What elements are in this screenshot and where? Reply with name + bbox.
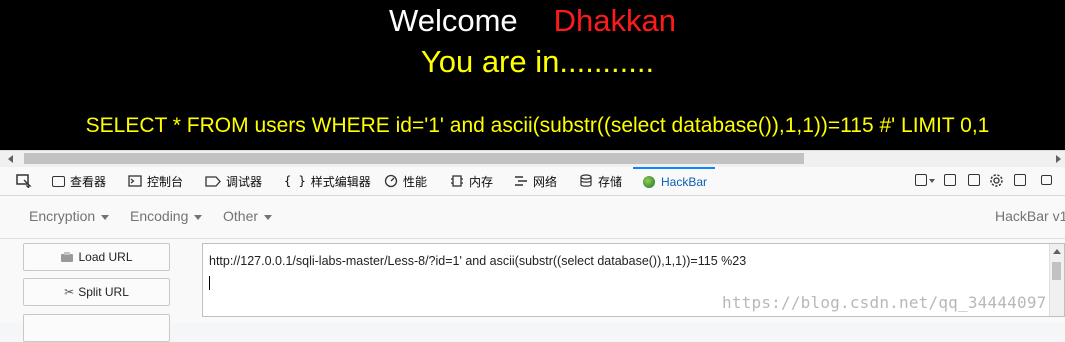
dock-side-icon[interactable] [1014,174,1026,186]
page-content: Welcome Dhakkan You are in........... SEL… [0,0,1065,150]
scrollbar-thumb[interactable] [1052,262,1061,280]
tab-debugger-label: 调试器 [226,174,263,189]
chevron-down-icon[interactable] [929,179,935,183]
devtools-toolbar: 查看器 控制台 调试器 { } 样式编辑器 性能 内存 网络 存储 HackBa… [0,167,1065,196]
tab-performance[interactable]: 性能 [384,167,427,195]
performance-icon [384,174,398,188]
menu-encryption[interactable]: Encryption [29,208,110,224]
login-status-text: You are in........... [420,44,655,79]
responsive-design-icon[interactable] [968,174,980,186]
tab-style-editor-label: 样式编辑器 [310,174,371,189]
tab-storage-label: 存储 [598,174,623,189]
hackbar-version-title: HackBar v1 [995,208,1065,224]
menu-other[interactable]: Other [223,208,273,224]
tab-network[interactable]: 网络 [514,167,557,195]
tab-network-label: 网络 [533,174,558,189]
inspector-icon [52,175,65,187]
tab-memory-label: 内存 [469,174,494,189]
menu-encryption-label: Encryption [29,208,96,224]
execute-button[interactable] [23,314,170,342]
memory-icon [451,175,463,187]
element-picker-icon [16,174,32,188]
tab-inspector[interactable]: 查看器 [52,167,106,195]
debugger-icon [205,175,221,187]
load-url-button[interactable]: Load URL [23,243,170,271]
storage-icon [580,174,592,187]
network-icon [515,176,527,186]
hackbar-icon [643,176,655,188]
tab-style-editor[interactable]: { } 样式编辑器 [284,167,371,195]
tab-hackbar[interactable]: HackBar [633,167,716,195]
split-console-icon[interactable] [944,174,956,186]
tab-memory[interactable]: 内存 [450,167,493,195]
split-url-label: Split URL [78,285,129,299]
user-name: Dhakkan [553,3,676,38]
sql-query-text: SELECT * FROM users WHERE id='1' and asc… [85,114,990,137]
chevron-down-icon [101,214,110,220]
welcome-line: Welcome Dhakkan [0,2,1065,40]
style-editor-icon: { } [284,174,306,188]
dock-mode-icon[interactable] [915,174,927,186]
chevron-down-icon [264,214,273,220]
menu-encoding-label: Encoding [130,208,189,224]
load-url-icon [61,252,74,262]
scroll-right-icon[interactable] [1056,155,1061,163]
gear-icon[interactable] [989,173,1004,188]
scissors-icon: ✂ [64,285,75,299]
console-icon [128,175,142,187]
csdn-watermark: https://blog.csdn.net/qq_34444097 [722,293,1047,312]
welcome-text: Welcome [389,3,518,38]
url-value: http://127.0.0.1/sqli-labs-master/Less-8… [209,254,747,268]
textarea-scrollbar[interactable] [1049,244,1064,316]
tab-performance-label: 性能 [403,174,428,189]
tab-storage[interactable]: 存储 [579,167,622,195]
scroll-left-icon[interactable] [8,155,13,163]
chevron-down-icon [194,214,203,220]
tab-console[interactable]: 控制台 [128,167,183,195]
tab-console-label: 控制台 [147,174,184,189]
text-cursor [209,276,210,290]
split-url-button[interactable]: ✂ Split URL [23,278,170,306]
menu-encoding[interactable]: Encoding [130,208,203,224]
menu-other-label: Other [223,208,259,224]
scroll-up-icon[interactable] [1053,249,1061,254]
scrollbar-thumb[interactable] [24,153,804,164]
hackbar-menu: Encryption Encoding Other HackBar v1 [0,196,1065,239]
tab-inspector-label: 查看器 [70,174,107,189]
element-picker-button[interactable] [16,167,32,195]
tab-hackbar-label: HackBar [661,175,708,189]
separate-window-icon[interactable] [1041,175,1052,185]
tab-debugger[interactable]: 调试器 [205,167,262,195]
page-horizontal-scrollbar[interactable] [0,150,1065,167]
load-url-label: Load URL [78,250,133,264]
